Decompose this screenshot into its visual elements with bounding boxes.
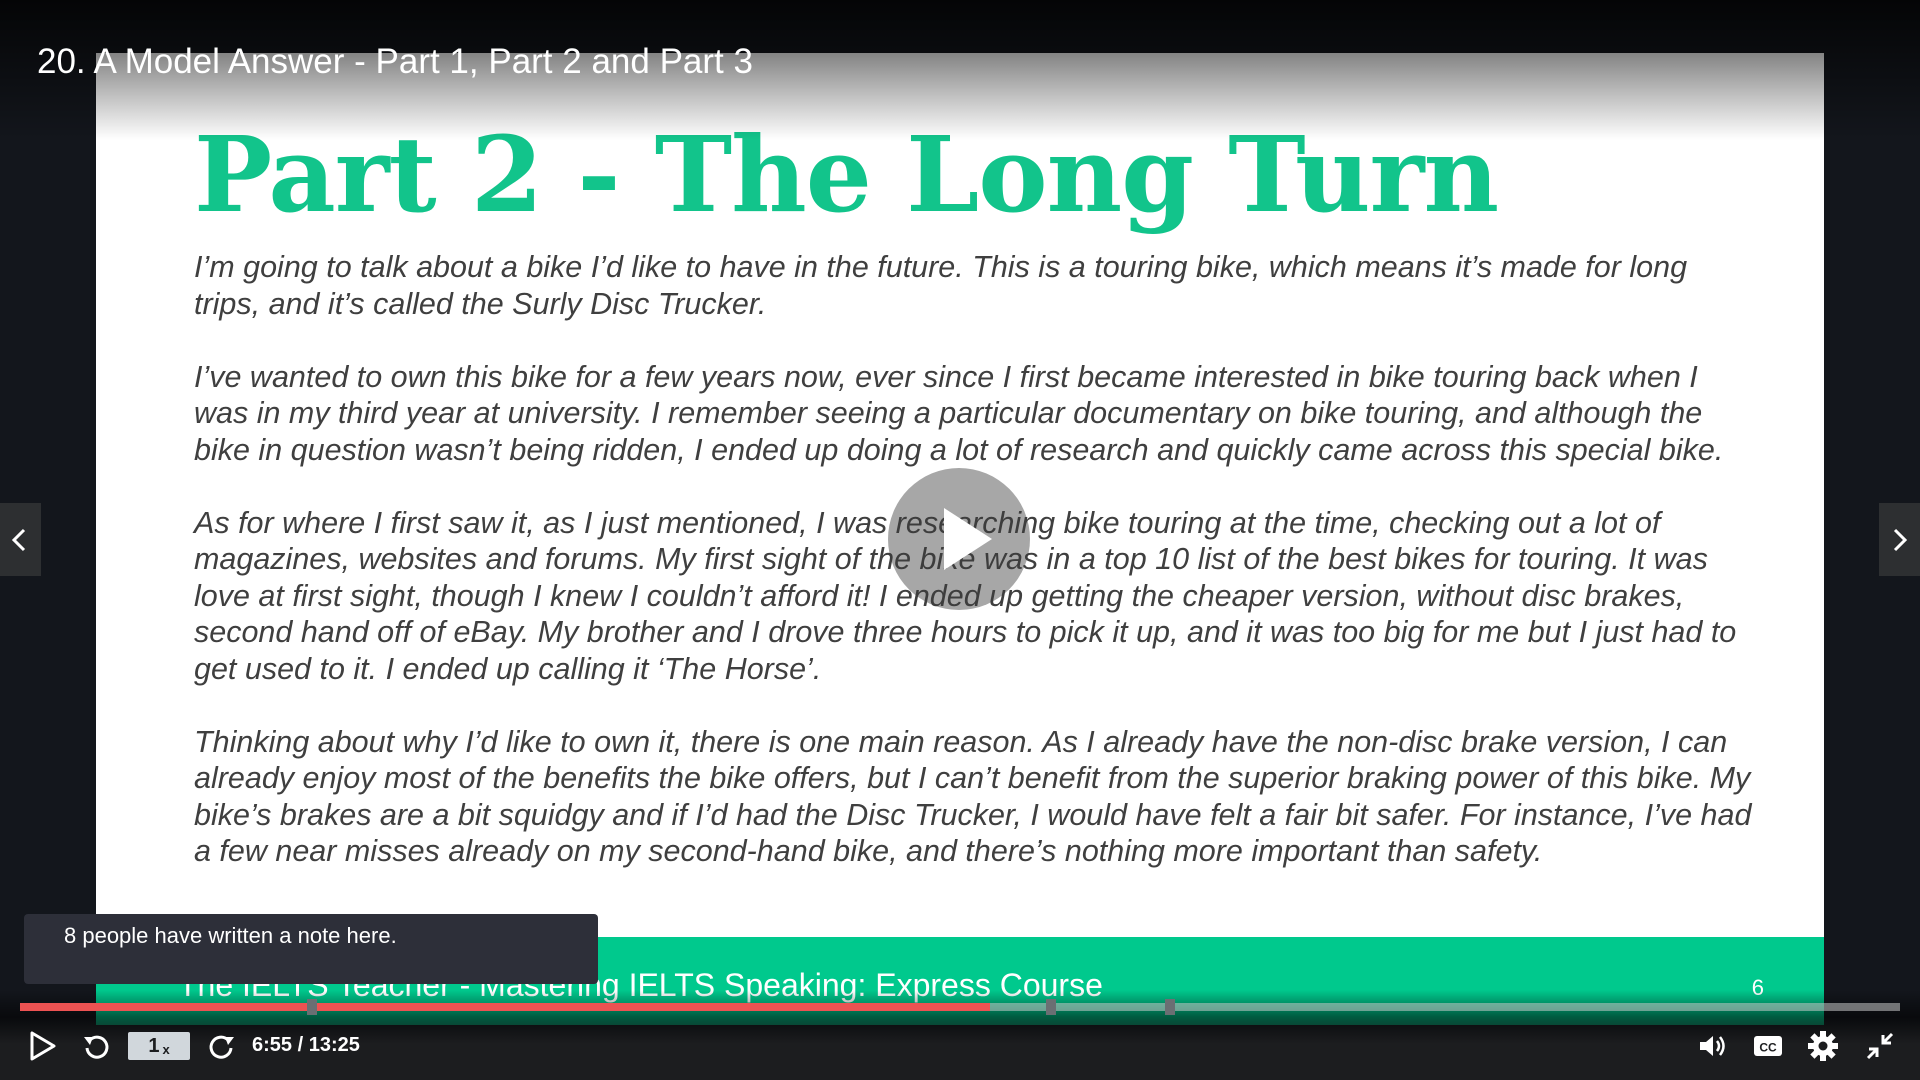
cc-icon: CC	[1754, 1036, 1782, 1056]
exit-fullscreen-button[interactable]	[1862, 1028, 1898, 1064]
rewind-button[interactable]	[78, 1028, 114, 1064]
play-icon	[944, 508, 992, 570]
progress-bar[interactable]	[20, 999, 1900, 1015]
svg-text:CC: CC	[1759, 1041, 1777, 1055]
volume-icon	[1700, 1036, 1725, 1056]
captions-button[interactable]: CC	[1750, 1028, 1786, 1064]
notes-tooltip: 8 people have written a note here.	[24, 914, 598, 984]
note-marker[interactable]	[1165, 999, 1175, 1015]
previous-lecture-button[interactable]	[0, 503, 41, 576]
note-marker[interactable]	[1046, 999, 1056, 1015]
total-time: 13:25	[308, 1034, 360, 1056]
rewind-icon	[84, 1035, 109, 1059]
forward-icon	[209, 1035, 234, 1059]
settings-button[interactable]	[1805, 1028, 1841, 1064]
exit-fullscreen-icon	[1866, 1032, 1894, 1060]
progress-fill	[20, 1003, 991, 1011]
slide-paragraph: I’m going to talk about a bike I’d like …	[194, 250, 1688, 321]
play-icon	[30, 1031, 56, 1061]
play-button[interactable]	[24, 1028, 60, 1064]
next-lecture-button[interactable]	[1879, 503, 1920, 576]
chevron-left-icon	[11, 528, 26, 552]
current-time: 6:55	[252, 1034, 293, 1056]
settings-icon	[1808, 1031, 1838, 1061]
notes-tooltip-text: 8 people have written a note here.	[64, 923, 397, 948]
time-display: 6:55 / 13:25	[252, 1034, 360, 1056]
volume-button[interactable]	[1694, 1028, 1730, 1064]
slide-paragraph: Thinking about why I’d like to own it, t…	[194, 724, 1752, 869]
video-title: 20. A Model Answer - Part 1, Part 2 and …	[37, 42, 753, 81]
playback-speed-suffix: x	[162, 1042, 170, 1057]
center-play-button[interactable]	[888, 468, 1030, 610]
note-marker[interactable]	[307, 999, 317, 1015]
playback-speed-value: 1	[148, 1034, 160, 1057]
slide-paragraph: I’ve wanted to own this bike for a few y…	[194, 359, 1724, 467]
forward-button[interactable]	[204, 1028, 240, 1064]
playback-speed-button[interactable]: 1x	[128, 1032, 190, 1060]
chevron-right-icon	[1893, 528, 1908, 552]
